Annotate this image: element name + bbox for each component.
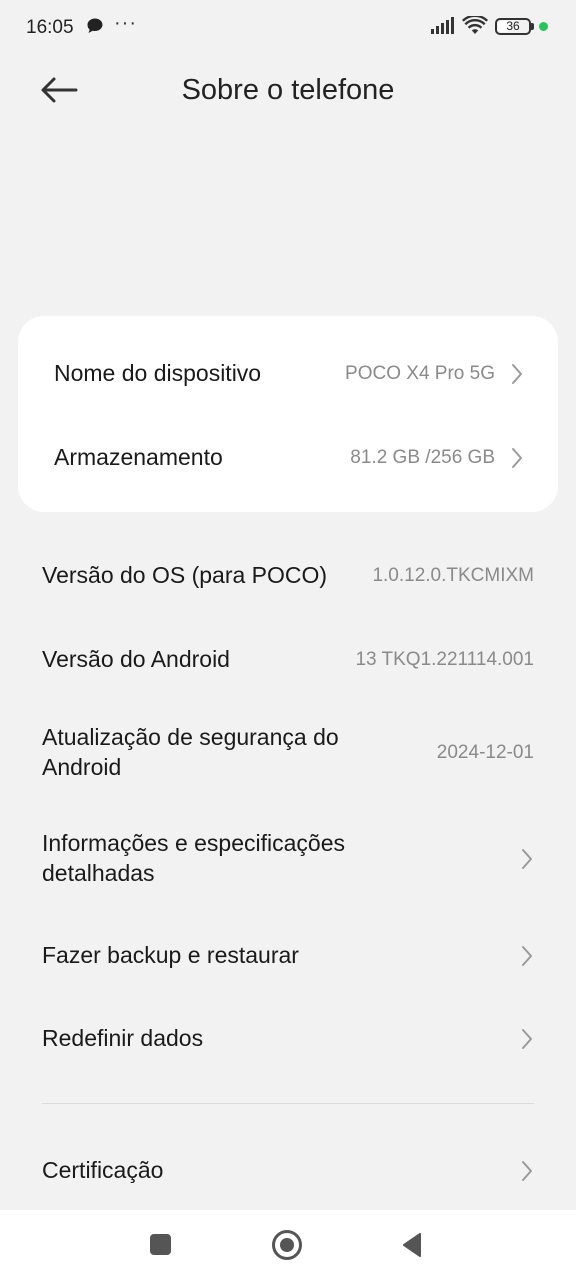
certification-label: Certificação <box>42 1157 164 1183</box>
signal-icon <box>431 17 454 34</box>
section-divider <box>42 1103 534 1104</box>
reset-label: Redefinir dados <box>42 1025 204 1051</box>
storage-value: 81.2 GB /256 GB <box>350 447 495 468</box>
chevron-right-icon <box>512 364 522 384</box>
detailed-info-row[interactable]: Informações e especificações detalhadas <box>0 828 576 892</box>
home-icon <box>280 1238 294 1252</box>
android-version-value: 13 TKQ1.221114.001 <box>355 649 534 670</box>
security-update-label-line1: Atualização de segurança do <box>42 724 339 750</box>
detailed-info-label-line2: detalhadas <box>42 860 155 886</box>
chevron-right-icon <box>522 1161 532 1181</box>
security-update-row[interactable]: Atualização de segurança do Android 2024… <box>0 722 576 786</box>
os-version-label: Versão do OS (para POCO) <box>42 562 328 588</box>
device-card: Nome do dispositivo POCO X4 Pro 5G Armaz… <box>18 316 558 512</box>
battery-nub <box>531 23 534 30</box>
battery-level: 36 <box>506 19 520 33</box>
storage-label: Armazenamento <box>54 444 223 470</box>
chevron-right-icon <box>522 849 532 869</box>
status-time: 16:05 <box>26 17 74 38</box>
android-version-row[interactable]: Versão do Android 13 TKQ1.221114.001 <box>0 640 576 680</box>
status-bar: 16:05 ··· 36 <box>0 0 576 54</box>
storage-row[interactable]: Armazenamento 81.2 GB /256 GB <box>18 438 558 478</box>
backup-label: Fazer backup e restaurar <box>42 942 299 968</box>
chevron-right-icon <box>522 946 532 966</box>
device-name-value: POCO X4 Pro 5G <box>345 363 495 384</box>
wifi-icon <box>462 16 488 34</box>
detailed-info-label-line1: Informações e especificações <box>42 830 345 856</box>
device-name-row[interactable]: Nome do dispositivo POCO X4 Pro 5G <box>18 354 558 394</box>
chat-bubble-icon <box>87 18 103 33</box>
screen: 16:05 ··· 36 Sobre o telefone Nome do di… <box>0 0 576 1280</box>
chevron-right-icon <box>522 1029 532 1049</box>
device-name-label: Nome do dispositivo <box>54 360 262 386</box>
more-notifications-icon: ··· <box>114 12 137 34</box>
chevron-right-icon <box>512 448 522 468</box>
security-update-value: 2024-12-01 <box>436 742 534 763</box>
reset-row[interactable]: Redefinir dados <box>0 1019 576 1059</box>
certification-row[interactable]: Certificação <box>0 1151 576 1191</box>
nav-back-button[interactable] <box>400 1232 424 1258</box>
os-version-value: 1.0.12.0.TKCMIXM <box>372 565 534 586</box>
os-version-row[interactable]: Versão do OS (para POCO) 1.0.12.0.TKCMIX… <box>0 556 576 596</box>
home-button[interactable] <box>272 1230 302 1260</box>
backup-row[interactable]: Fazer backup e restaurar <box>0 936 576 976</box>
recent-apps-button[interactable] <box>150 1234 171 1255</box>
navigation-bar <box>0 1210 576 1280</box>
privacy-indicator-dot <box>539 22 548 31</box>
page-title: Sobre o telefone <box>181 74 395 106</box>
battery-icon: 36 <box>495 18 531 35</box>
android-version-label: Versão do Android <box>42 646 230 672</box>
security-update-label-line2: Android <box>42 754 122 780</box>
